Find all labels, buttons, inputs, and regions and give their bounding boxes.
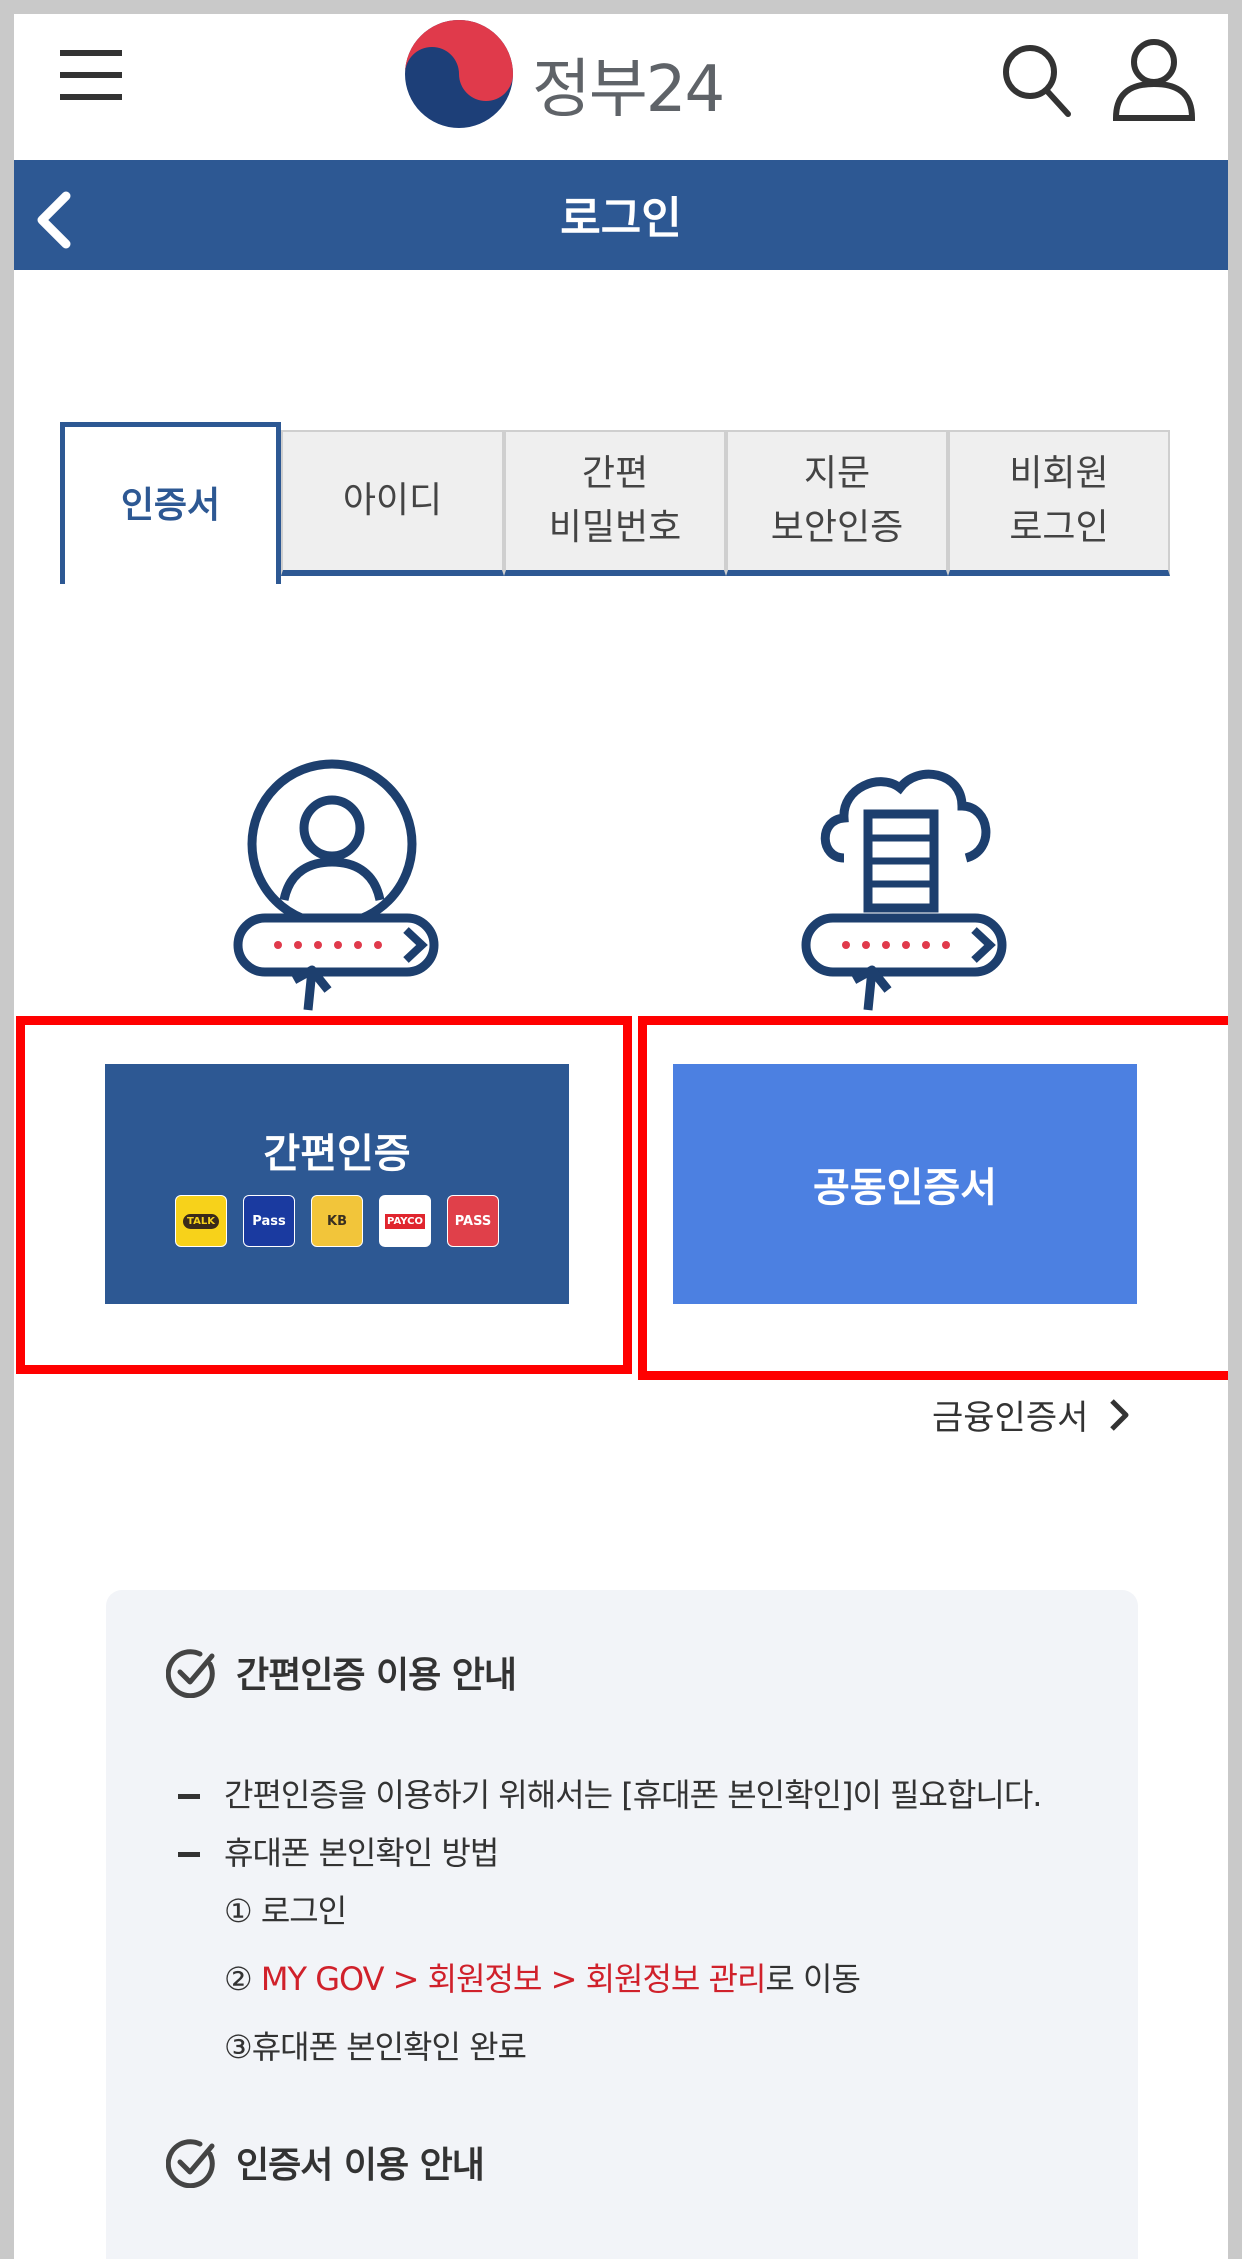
- tab-id[interactable]: 아이디: [281, 430, 504, 576]
- cert-guide-title: 인증서 이용 안내: [236, 2145, 485, 2186]
- taegeuk-logo-icon: [405, 20, 513, 128]
- tab-fingerprint[interactable]: 지문 보안인증: [726, 430, 948, 576]
- user-icon[interactable]: [1110, 36, 1198, 122]
- step-2-prefix: ②: [224, 1960, 261, 1998]
- tab-label: 지문 보안인증: [770, 453, 904, 548]
- info-line-2: 휴대폰 본인확인 방법: [224, 1834, 499, 1872]
- joint-certificate-button[interactable]: 공동인증서: [673, 1064, 1137, 1304]
- title-bar: 로그인: [14, 160, 1228, 270]
- info-line-1: 간편인증을 이용하기 위해서는 [휴대폰 본인확인]이 필요합니다.: [224, 1776, 1042, 1814]
- my-gov-path-link[interactable]: MY GOV > 회원정보 > 회원정보 관리: [261, 1960, 767, 1998]
- tab-certificate[interactable]: 인증서: [60, 422, 281, 584]
- step-2-suffix: 로 이동: [765, 1960, 860, 1998]
- search-icon[interactable]: [998, 40, 1074, 120]
- bullet-dash: [178, 1794, 200, 1799]
- simple-auth-label: 간편인증: [263, 1131, 411, 1177]
- tab-label: 인증서: [120, 484, 221, 526]
- check-circle-icon: [166, 1649, 215, 1698]
- simple-auth-guide-heading: 간편인증 이용 안내: [166, 1646, 517, 1698]
- tab-label: 비회원 로그인: [1009, 453, 1109, 548]
- hamburger-menu-icon[interactable]: [60, 44, 122, 106]
- pass-icon: PASS: [447, 1195, 499, 1247]
- tab-label: 아이디: [342, 480, 443, 521]
- check-circle-icon: [166, 2139, 215, 2188]
- info-step-2: ② MY GOV > 회원정보 > 회원정보 관리로 이동: [224, 1954, 861, 2000]
- bullet-dash: [178, 1852, 200, 1857]
- gov24-logo[interactable]: 정부24: [400, 14, 760, 134]
- page: 정부24 로그인 인증서 아이디 간편 비밀번호 지문 보안인증 비회원 로그인…: [14, 14, 1228, 2259]
- top-bar: 정부24: [14, 14, 1228, 160]
- cert-guide-heading: 인증서 이용 안내: [166, 2136, 485, 2188]
- personal-auth-illustration-icon: [233, 759, 439, 1011]
- tab-simple-password[interactable]: 간편 비밀번호: [504, 430, 726, 576]
- info-step-1: ① 로그인: [224, 1892, 347, 1930]
- simple-auth-guide-title: 간편인증 이용 안내: [236, 1655, 517, 1696]
- simple-auth-button[interactable]: 간편인증 TALK Pass KB PAYCO PASS: [105, 1064, 569, 1304]
- kakao-talk-icon: TALK: [175, 1195, 227, 1247]
- tab-label: 간편 비밀번호: [548, 453, 682, 548]
- financial-certificate-label: 금융인증서: [932, 1398, 1089, 1438]
- cloud-cert-illustration-icon: [801, 769, 1007, 1011]
- payco-icon: PAYCO: [379, 1195, 431, 1247]
- joint-certificate-label: 공동인증서: [813, 1165, 997, 1211]
- tab-guest-login[interactable]: 비회원 로그인: [948, 430, 1170, 576]
- financial-certificate-link[interactable]: 금융인증서: [932, 1390, 1130, 1439]
- kb-bank-icon: KB: [311, 1195, 363, 1247]
- samsung-pass-icon: Pass: [243, 1195, 295, 1247]
- logo-text: 정부24: [532, 53, 725, 127]
- info-box: 간편인증 이용 안내 간편인증을 이용하기 위해서는 [휴대폰 본인확인]이 필…: [106, 1590, 1138, 2259]
- info-step-3: ③휴대폰 본인확인 완료: [224, 2028, 527, 2066]
- login-method-tabs: 인증서 아이디 간편 비밀번호 지문 보안인증 비회원 로그인: [60, 422, 1170, 584]
- chevron-right-icon: [1110, 1398, 1129, 1431]
- page-title: 로그인: [560, 193, 682, 244]
- auth-provider-badges: TALK Pass KB PAYCO PASS: [175, 1195, 499, 1247]
